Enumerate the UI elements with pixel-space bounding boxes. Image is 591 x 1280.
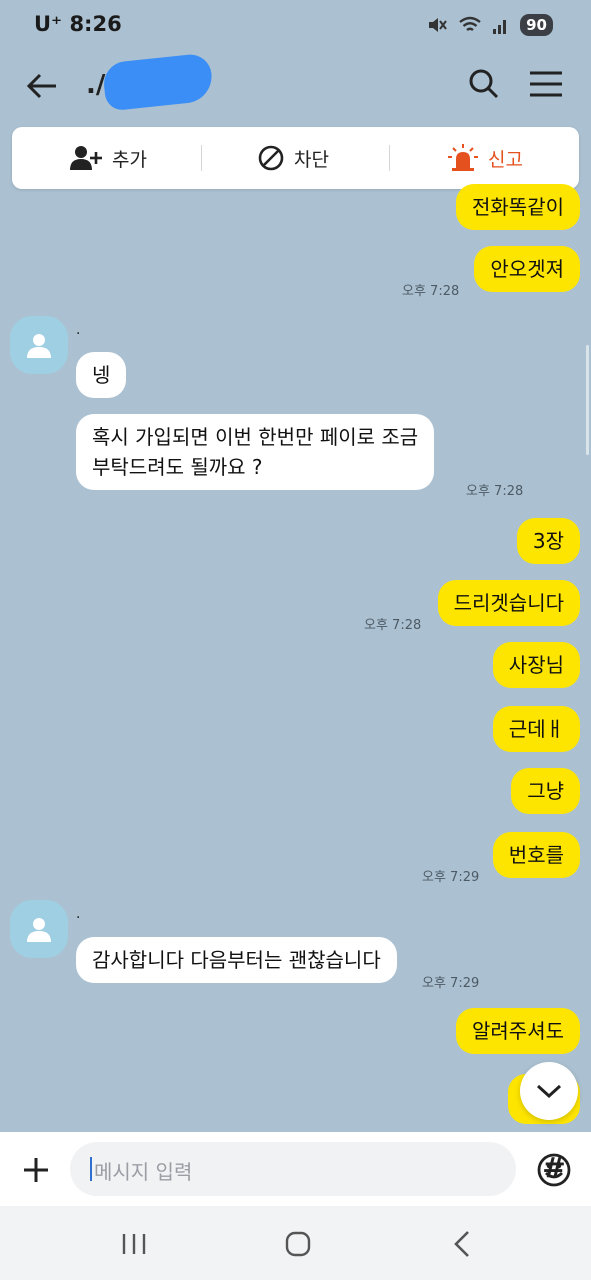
report-button[interactable]: 신고 xyxy=(448,127,523,189)
chat-title: ./ xyxy=(86,70,106,100)
mute-icon xyxy=(429,18,447,32)
message-time: 오후 7:29 xyxy=(422,870,480,885)
attach-button[interactable] xyxy=(16,1150,56,1190)
message-time: 오후 7:29 xyxy=(422,976,480,991)
chat-header: ./ xyxy=(0,52,591,120)
redaction-mark xyxy=(101,52,215,112)
message-bubble-mine[interactable]: 그냥 xyxy=(511,768,580,814)
divider xyxy=(201,145,202,171)
back-nav-button[interactable] xyxy=(446,1226,482,1262)
signal-icon xyxy=(493,20,507,34)
back-chevron-icon xyxy=(454,1231,469,1257)
block-label: 차단 xyxy=(294,148,329,171)
block-button[interactable]: 차단 xyxy=(258,127,329,189)
text-caret xyxy=(90,1157,92,1181)
scrollbar[interactable] xyxy=(586,345,589,455)
arrow-left-icon xyxy=(26,73,56,99)
sender-name: . xyxy=(76,322,81,338)
home-icon xyxy=(285,1231,311,1257)
siren-icon xyxy=(448,144,478,171)
message-bubble-mine[interactable]: 드리겟습니다 xyxy=(437,580,580,626)
back-button[interactable] xyxy=(22,66,62,106)
home-button[interactable] xyxy=(280,1226,316,1262)
friend-action-card: 추가 차단 신고 xyxy=(12,127,579,189)
message-bubble-mine[interactable]: 번호를 xyxy=(492,832,580,878)
message-time: 오후 7:28 xyxy=(466,484,524,499)
message-bubble-mine[interactable]: 알려주셔도 xyxy=(456,1008,580,1054)
message-bubble-theirs[interactable]: 넹 xyxy=(76,352,127,398)
add-friend-button[interactable]: 추가 xyxy=(70,127,147,189)
plus-icon xyxy=(24,1158,48,1182)
add-person-icon xyxy=(70,146,102,170)
status-bar: U⁺ 8:26 90 xyxy=(0,0,591,52)
search-button[interactable] xyxy=(466,66,502,102)
report-label: 신고 xyxy=(488,148,523,171)
message-time: 오후 7:28 xyxy=(402,284,460,299)
carrier-time: U⁺ 8:26 xyxy=(34,12,122,36)
message-bubble-mine[interactable]: 안오겟져 xyxy=(474,246,580,292)
sender-name: . xyxy=(76,906,81,922)
person-icon xyxy=(27,334,51,358)
system-nav-bar xyxy=(0,1206,591,1280)
block-icon xyxy=(258,145,284,171)
divider xyxy=(389,145,390,171)
battery-indicator: 90 xyxy=(520,14,553,36)
avatar[interactable] xyxy=(10,900,68,958)
recent-apps-button[interactable] xyxy=(116,1226,152,1262)
wifi-icon xyxy=(459,16,481,31)
message-line: 혹시 가입되면 이번 한번만 페이로 조금 xyxy=(92,425,419,449)
message-line: 부탁드려도 될까요 ? xyxy=(92,455,263,479)
search-icon xyxy=(469,69,499,99)
add-label: 추가 xyxy=(112,148,147,171)
message-input-placeholder: 메시지 입력 xyxy=(94,1160,193,1184)
message-time: 오후 7:28 xyxy=(364,618,422,633)
hamburger-icon xyxy=(530,71,562,97)
message-bubble-mine[interactable]: 근데ㅐ xyxy=(492,706,580,752)
avatar[interactable] xyxy=(10,316,68,374)
hashtag-button[interactable]: # xyxy=(534,1148,574,1188)
message-bubble-theirs[interactable]: 감사합니다 다음부터는 괜찮습니다 xyxy=(76,937,397,983)
hashtag-icon: # xyxy=(542,1151,566,1184)
message-bubble-mine[interactable]: 사장님 xyxy=(492,642,580,688)
person-icon xyxy=(27,918,51,942)
status-icons: 90 xyxy=(426,14,553,36)
chevron-down-icon xyxy=(536,1084,562,1099)
scroll-to-bottom-button[interactable] xyxy=(520,1062,578,1120)
message-composer: 메시지 입력 # xyxy=(0,1132,591,1206)
message-bubble-mine[interactable]: 3장 xyxy=(516,518,580,564)
message-bubble-mine[interactable]: 전화똑같이 xyxy=(456,184,580,230)
message-input[interactable]: 메시지 입력 xyxy=(70,1142,571,1196)
recent-apps-icon xyxy=(122,1234,146,1254)
message-bubble-theirs[interactable]: 혹시 가입되면 이번 한번만 페이로 조금 부탁드려도 될까요 ? xyxy=(76,414,435,490)
menu-button[interactable] xyxy=(528,68,564,100)
